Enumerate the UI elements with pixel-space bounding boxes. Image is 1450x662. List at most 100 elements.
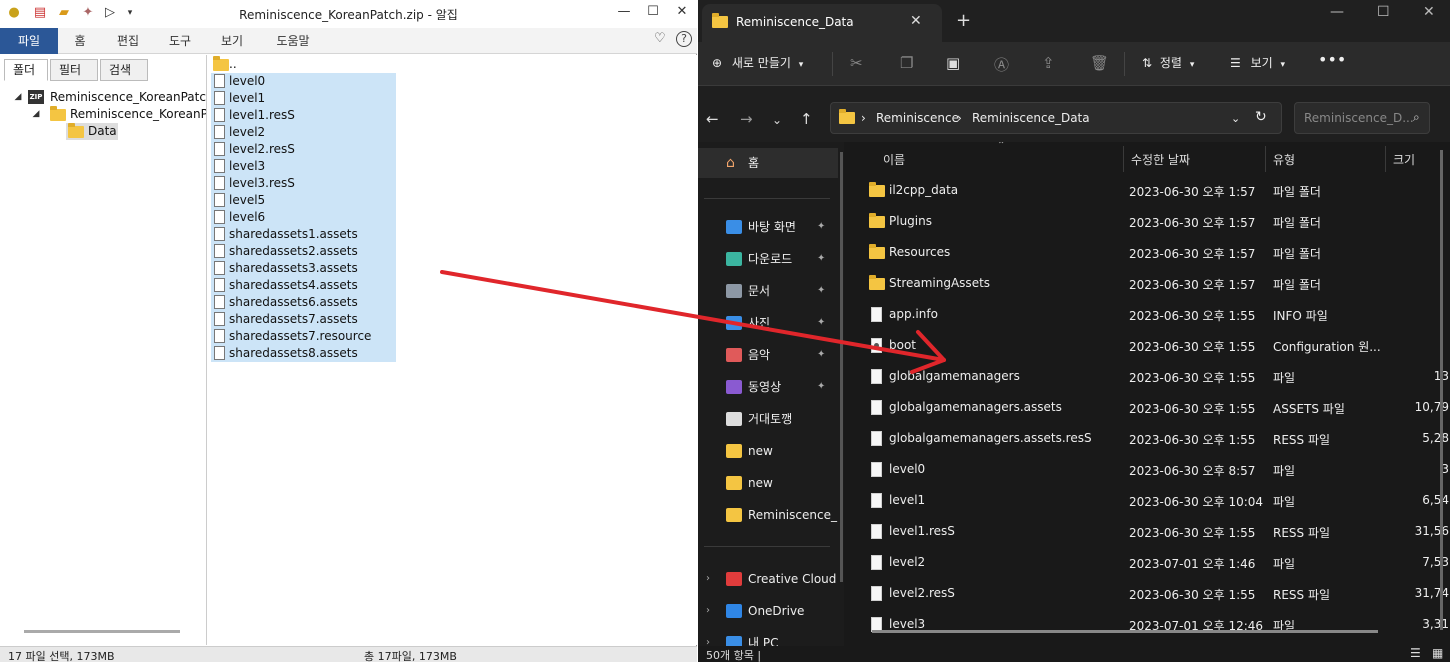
pin-icon[interactable]: ✦ [817, 244, 825, 274]
alzip-file-item[interactable]: level6 [211, 209, 396, 226]
maximize-icon[interactable]: ☐ [643, 4, 663, 22]
ribbon-tab-file[interactable]: 파일 [0, 28, 58, 54]
nav-scrollbar[interactable] [840, 152, 843, 582]
new-tab-icon[interactable]: + [956, 10, 971, 31]
address-dropdown-icon[interactable]: ⌄ [1231, 112, 1240, 125]
alzip-file-item[interactable]: sharedassets8.assets [211, 345, 396, 362]
nav-item-pinned[interactable]: 문서 ✦ [698, 276, 838, 306]
alzip-file-item[interactable]: level1.resS [211, 107, 396, 124]
column-divider[interactable] [1265, 146, 1266, 172]
nav-item-location[interactable]: › Creative Cloud [698, 564, 838, 594]
explorer-row[interactable]: level1.resS 2023-06-30 오후 1:55 RESS 파일 31,5… [851, 516, 1450, 547]
nav-item-location[interactable]: › OneDrive [698, 596, 838, 626]
ribbon-tab-tools[interactable]: 도구 [160, 28, 200, 54]
address-bar[interactable]: › Reminiscence › Reminiscence_Data ⌄ ↻ [830, 102, 1282, 134]
horizontal-scrollbar[interactable] [24, 630, 180, 633]
panel-tab-filter[interactable]: 필터 [50, 59, 98, 81]
explorer-row[interactable]: StreamingAssets 2023-06-30 오후 1:57 파일 폴더 [851, 268, 1450, 299]
breadcrumb-reminiscence[interactable]: Reminiscence [876, 111, 959, 125]
nav-item-pinned[interactable]: 바탕 화면 ✦ [698, 212, 838, 242]
explorer-row[interactable]: level0 2023-06-30 오후 8:57 파일 3 [851, 454, 1450, 485]
explorer-row[interactable]: level2 2023-07-01 오후 1:46 파일 7,53 [851, 547, 1450, 578]
tree-node-folder[interactable]: ◢ Reminiscence_KoreanPatch [30, 106, 206, 123]
up-arrow-icon[interactable]: ↑ [800, 110, 813, 128]
pin-icon[interactable]: ✦ [817, 276, 825, 306]
explorer-row[interactable]: level3 2023-07-01 오후 12:46 파일 3,31 [851, 609, 1450, 640]
alzip-file-item[interactable]: level0 [211, 73, 396, 90]
ribbon-tab-help[interactable]: 도움말 [268, 28, 318, 54]
nav-item-pinned[interactable]: 다운로드 ✦ [698, 244, 838, 274]
nav-item-pinned[interactable]: 사진 ✦ [698, 308, 838, 338]
vertical-scrollbar[interactable] [1440, 150, 1443, 630]
alzip-file-item[interactable]: level2.resS [211, 141, 396, 158]
explorer-row[interactable]: level1 2023-06-30 오후 10:04 파일 6,54 [851, 485, 1450, 516]
sort-button[interactable]: ⇅ 정렬 ▾ [1142, 54, 1194, 71]
nav-item-folder[interactable]: new [698, 468, 838, 498]
column-name[interactable]: 이름 [883, 151, 905, 168]
more-options-icon[interactable]: ••• [1318, 50, 1346, 69]
details-view-icon[interactable]: ☰ [1410, 646, 1421, 660]
ribbon-tab-home[interactable]: 홈 [62, 28, 98, 54]
column-divider[interactable] [1385, 146, 1386, 172]
back-arrow-icon[interactable]: ← [706, 110, 719, 128]
breadcrumb-reminiscence-data[interactable]: Reminiscence_Data [972, 111, 1090, 125]
expand-chevron-icon[interactable]: › [706, 564, 710, 594]
alzip-file-item[interactable]: sharedassets6.assets [211, 294, 396, 311]
search-box[interactable]: Reminiscence_D... ⌕ [1294, 102, 1430, 134]
alzip-file-item[interactable]: sharedassets2.assets [211, 243, 396, 260]
collapse-chevron-icon[interactable]: ◢ [12, 89, 24, 106]
recent-chevron-icon[interactable]: ⌄ [772, 113, 782, 127]
explorer-row[interactable]: globalgamemanagers2023-06-30 오후 1:55파일13 [851, 361, 1450, 392]
alzip-file-item[interactable]: sharedassets7.assets [211, 311, 396, 328]
help-icon[interactable]: ? [676, 31, 692, 47]
paste-icon[interactable]: ▣ [946, 54, 960, 72]
tab-close-icon[interactable]: ✕ [910, 13, 922, 29]
explorer-row[interactable]: level2.resS 2023-06-30 오후 1:55 RESS 파일 31,7… [851, 578, 1450, 609]
minimize-icon[interactable]: — [1330, 4, 1344, 20]
tree-node-data[interactable]: Data [66, 123, 118, 140]
alzip-file-item[interactable]: sharedassets3.assets [211, 260, 396, 277]
share-icon[interactable]: ⇪ [1042, 54, 1055, 72]
alzip-file-item[interactable]: sharedassets7.resource [211, 328, 396, 345]
tiles-view-icon[interactable]: ▦ [1432, 646, 1443, 660]
pin-icon[interactable]: ✦ [817, 372, 825, 402]
ribbon-tab-edit[interactable]: 편집 [108, 28, 148, 54]
panel-tab-search[interactable]: 검색 [100, 59, 148, 81]
rename-icon[interactable]: Ⓐ [994, 54, 1009, 75]
explorer-row[interactable]: boot 2023-06-30 오후 1:55 Configuration 원... [851, 330, 1450, 361]
nav-item-pinned[interactable]: 음악 ✦ [698, 340, 838, 370]
alzip-file-item[interactable]: sharedassets4.assets [211, 277, 396, 294]
refresh-icon[interactable]: ↻ [1255, 109, 1267, 125]
nav-item-folder[interactable]: new [698, 436, 838, 466]
column-divider[interactable] [1123, 146, 1124, 172]
explorer-row[interactable]: globalgamemanagers.assets.resS 2023-06-30… [851, 423, 1450, 454]
close-icon[interactable]: ✕ [1423, 4, 1435, 20]
explorer-row[interactable]: app.info 2023-06-30 오후 1:55 INFO 파일 [851, 299, 1450, 330]
explorer-row[interactable]: il2cpp_data 2023-06-30 오후 1:57 파일 폴더 [851, 175, 1450, 206]
view-button[interactable]: ☰ 보기 ▾ [1230, 54, 1285, 71]
cut-icon[interactable]: ✂ [850, 54, 863, 72]
nav-item-folder[interactable]: Reminiscence_D [698, 500, 838, 530]
alzip-file-item[interactable]: level3 [211, 158, 396, 175]
nav-item-pinned[interactable]: 동영상 ✦ [698, 372, 838, 402]
alzip-file-item[interactable]: level3.resS [211, 175, 396, 192]
column-modified[interactable]: 수정한 날짜 [1131, 151, 1190, 168]
minimize-icon[interactable]: — [614, 4, 634, 22]
collapse-chevron-icon[interactable]: ◢ [30, 106, 42, 123]
ribbon-collapse-icon[interactable]: ♡ [654, 31, 666, 46]
tree-node-zip[interactable]: ◢ ZIP Reminiscence_KoreanPatch.zip [12, 89, 206, 106]
nav-item-home[interactable]: ⌂ 홈 [698, 148, 838, 178]
explorer-row[interactable]: Resources 2023-06-30 오후 1:57 파일 폴더 [851, 237, 1450, 268]
new-button[interactable]: ⊕ 새로 만들기 ▾ [712, 54, 803, 71]
ribbon-tab-view[interactable]: 보기 [212, 28, 252, 54]
alzip-file-item[interactable]: sharedassets1.assets [211, 226, 396, 243]
copy-icon[interactable]: ❐ [900, 54, 913, 72]
parent-dir-item[interactable]: .. [211, 56, 396, 73]
nav-item-folder[interactable]: 거대토깽 [698, 404, 838, 434]
pin-icon[interactable]: ✦ [817, 340, 825, 370]
explorer-row[interactable]: Plugins 2023-06-30 오후 1:57 파일 폴더 [851, 206, 1450, 237]
pin-icon[interactable]: ✦ [817, 212, 825, 242]
pin-icon[interactable]: ✦ [817, 308, 825, 338]
horizontal-scrollbar[interactable] [872, 630, 1378, 633]
panel-tab-folder[interactable]: 폴더 [4, 59, 48, 81]
